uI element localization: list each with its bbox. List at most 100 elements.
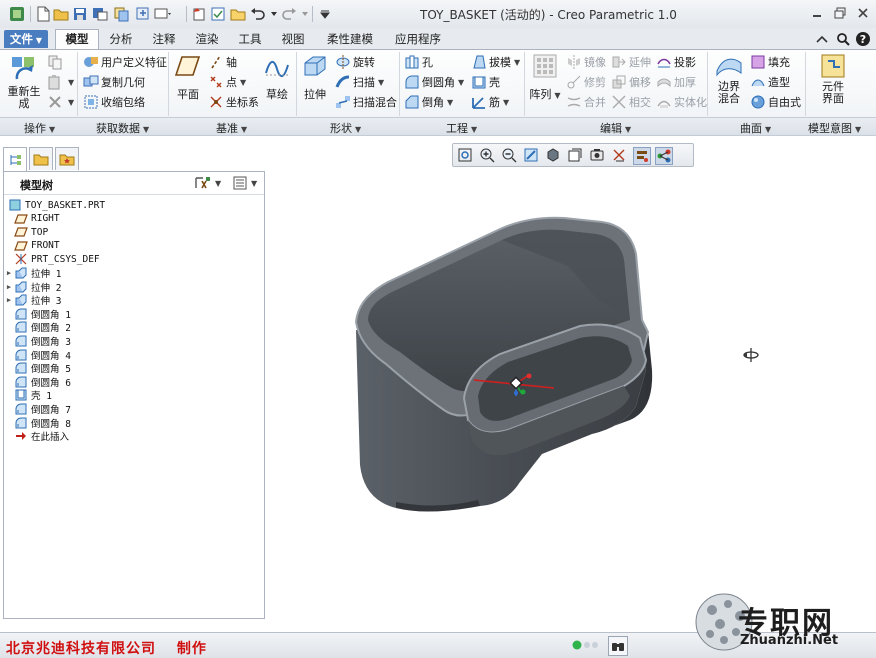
group-get-data[interactable]: 获取数据 ▼ (96, 120, 149, 136)
chamfer-button[interactable]: 倒角 ▼ (404, 94, 453, 110)
tab-model[interactable]: 模型 (55, 29, 99, 50)
regenerate-button[interactable]: 重新生 成 (6, 53, 42, 115)
extend-button[interactable]: 延伸 (611, 54, 651, 70)
save-icon[interactable] (71, 5, 89, 23)
hole-button[interactable]: 孔 (404, 54, 433, 70)
copy-model-icon[interactable] (112, 5, 130, 23)
zoom-in-icon[interactable] (479, 147, 495, 163)
group-editing[interactable]: 编辑 ▼ (600, 120, 631, 136)
datum-point-button[interactable]: 点 ▼ (208, 74, 246, 90)
saved-orientations-icon[interactable] (567, 147, 583, 163)
search-icon[interactable] (835, 31, 851, 47)
trim-button[interactable]: 修剪 (566, 74, 606, 90)
group-shapes[interactable]: 形状 ▼ (330, 120, 361, 136)
minimize-button[interactable] (806, 4, 828, 22)
regen-manager-icon[interactable] (190, 5, 208, 23)
project-button[interactable]: 投影 (656, 54, 696, 70)
tree-item[interactable]: 在此插入 (4, 429, 262, 443)
tab-model-tree[interactable] (3, 147, 27, 171)
draft-button[interactable]: 拔模 ▼ (471, 54, 520, 70)
tree-item[interactable]: ▶ 拉伸 3 (4, 293, 262, 307)
close-button[interactable] (852, 4, 874, 22)
group-engineering[interactable]: 工程 ▼ (446, 120, 477, 136)
user-defined-feature-button[interactable]: 用户定义特征 (83, 54, 167, 70)
minimize-ribbon-icon[interactable] (814, 31, 830, 47)
open-folder-icon[interactable] (52, 5, 70, 23)
tab-favorites[interactable] (55, 147, 79, 170)
pattern-button[interactable]: 阵列 ▼ (529, 53, 561, 102)
datum-axis-button[interactable]: 轴 (208, 54, 237, 70)
expand-arrow-icon[interactable]: ▶ (4, 296, 14, 304)
expand-arrow-icon[interactable]: ▶ (4, 283, 14, 291)
thicken-button[interactable]: 加厚 (656, 74, 696, 90)
tab-view[interactable]: 视图 (273, 30, 313, 48)
tree-item[interactable]: 壳 1 (4, 388, 262, 402)
tree-item[interactable]: 倒圆角 8 (4, 416, 262, 430)
rib-button[interactable]: 筋 ▼ (471, 94, 509, 110)
tree-show-button[interactable]: ▼ (232, 175, 257, 191)
shell-button[interactable]: 壳 (471, 74, 500, 90)
group-surfaces[interactable]: 曲面 ▼ (740, 120, 771, 136)
window-switch-icon[interactable] (154, 5, 172, 23)
graphics-viewport[interactable] (268, 170, 874, 630)
tab-annotate[interactable]: 注释 (144, 30, 184, 48)
component-interface-button[interactable]: 元件 界面 (815, 53, 851, 105)
tree-item[interactable]: 倒圆角 5 (4, 361, 262, 375)
offset-button[interactable]: 偏移 (611, 74, 651, 90)
expand-arrow-icon[interactable]: ▶ (4, 269, 14, 277)
tab-file[interactable]: 文件 ▼ (4, 30, 48, 48)
tree-item[interactable]: ▶ 拉伸 2 (4, 280, 262, 294)
tree-item[interactable]: ▶ 拉伸 1 (4, 266, 262, 280)
tree-item[interactable]: 倒圆角 3 (4, 334, 262, 348)
new-file-icon[interactable] (34, 5, 52, 23)
tree-settings-button[interactable]: ▼ (194, 175, 221, 191)
csys-button[interactable]: 坐标系 (208, 94, 259, 110)
tree-item[interactable]: 倒圆角 4 (4, 348, 262, 362)
tab-folder-browser[interactable] (29, 147, 53, 170)
copy-button[interactable] (47, 54, 65, 70)
group-datum[interactable]: 基准 ▼ (216, 120, 247, 136)
tree-item[interactable]: 倒圆角 2 (4, 320, 262, 334)
tab-flexible-modeling[interactable]: 柔性建模 (318, 30, 382, 48)
regenerate-quick-icon[interactable] (134, 5, 152, 23)
annotation-display-icon[interactable] (655, 147, 673, 165)
sweep-button[interactable]: 扫描 ▼ (335, 74, 384, 90)
tab-applications[interactable]: 应用程序 (386, 30, 450, 48)
tab-tools[interactable]: 工具 (230, 30, 270, 48)
tree-item[interactable]: RIGHT (4, 212, 262, 226)
window-close-model-icon[interactable] (209, 5, 227, 23)
tree-item[interactable]: 倒圆角 1 (4, 307, 262, 321)
tree-item[interactable]: 倒圆角 6 (4, 375, 262, 389)
datum-plane-button[interactable]: 平面 (173, 53, 203, 101)
tree-item[interactable]: 倒圆角 7 (4, 402, 262, 416)
extrude-button[interactable]: 拉伸 (300, 53, 330, 101)
tree-item[interactable]: TOY_BASKET.PRT (4, 198, 262, 212)
zoom-out-icon[interactable] (501, 147, 517, 163)
intersect-button[interactable]: 相交 (611, 94, 651, 110)
spin-center-icon[interactable] (633, 147, 651, 165)
find-binoculars-button[interactable] (608, 636, 628, 656)
copy-geometry-button[interactable]: 复制几何 (83, 74, 145, 90)
group-model-intent[interactable]: 模型意图 ▼ (808, 120, 861, 136)
round-button[interactable]: 倒圆角 ▼ (404, 74, 464, 90)
tab-analysis[interactable]: 分析 (101, 30, 141, 48)
delete-button[interactable]: ▼ (47, 94, 74, 110)
tree-item[interactable]: PRT_CSYS_DEF (4, 252, 262, 266)
tree-item[interactable]: TOP (4, 225, 262, 239)
folder-browser-icon[interactable] (229, 5, 247, 23)
solidify-button[interactable]: 实体化 (656, 94, 707, 110)
tab-render[interactable]: 渲染 (187, 30, 227, 48)
mirror-button[interactable]: 镜像 (566, 54, 606, 70)
swept-blend-button[interactable]: 扫描混合 (335, 94, 397, 110)
save-as-icon[interactable] (91, 5, 109, 23)
boundary-blend-button[interactable]: 边界 混合 (712, 53, 746, 105)
merge-button[interactable]: 合并 (566, 94, 606, 110)
repaint-icon[interactable] (523, 147, 539, 163)
display-style-icon[interactable] (545, 147, 561, 163)
restore-button[interactable] (829, 4, 851, 22)
style-button[interactable]: 造型 (750, 74, 790, 90)
view-manager-icon[interactable] (589, 147, 605, 163)
shrinkwrap-button[interactable]: 收缩包络 (83, 94, 145, 110)
revolve-button[interactable]: 旋转 (335, 54, 375, 70)
help-icon[interactable]: ? (855, 31, 871, 47)
